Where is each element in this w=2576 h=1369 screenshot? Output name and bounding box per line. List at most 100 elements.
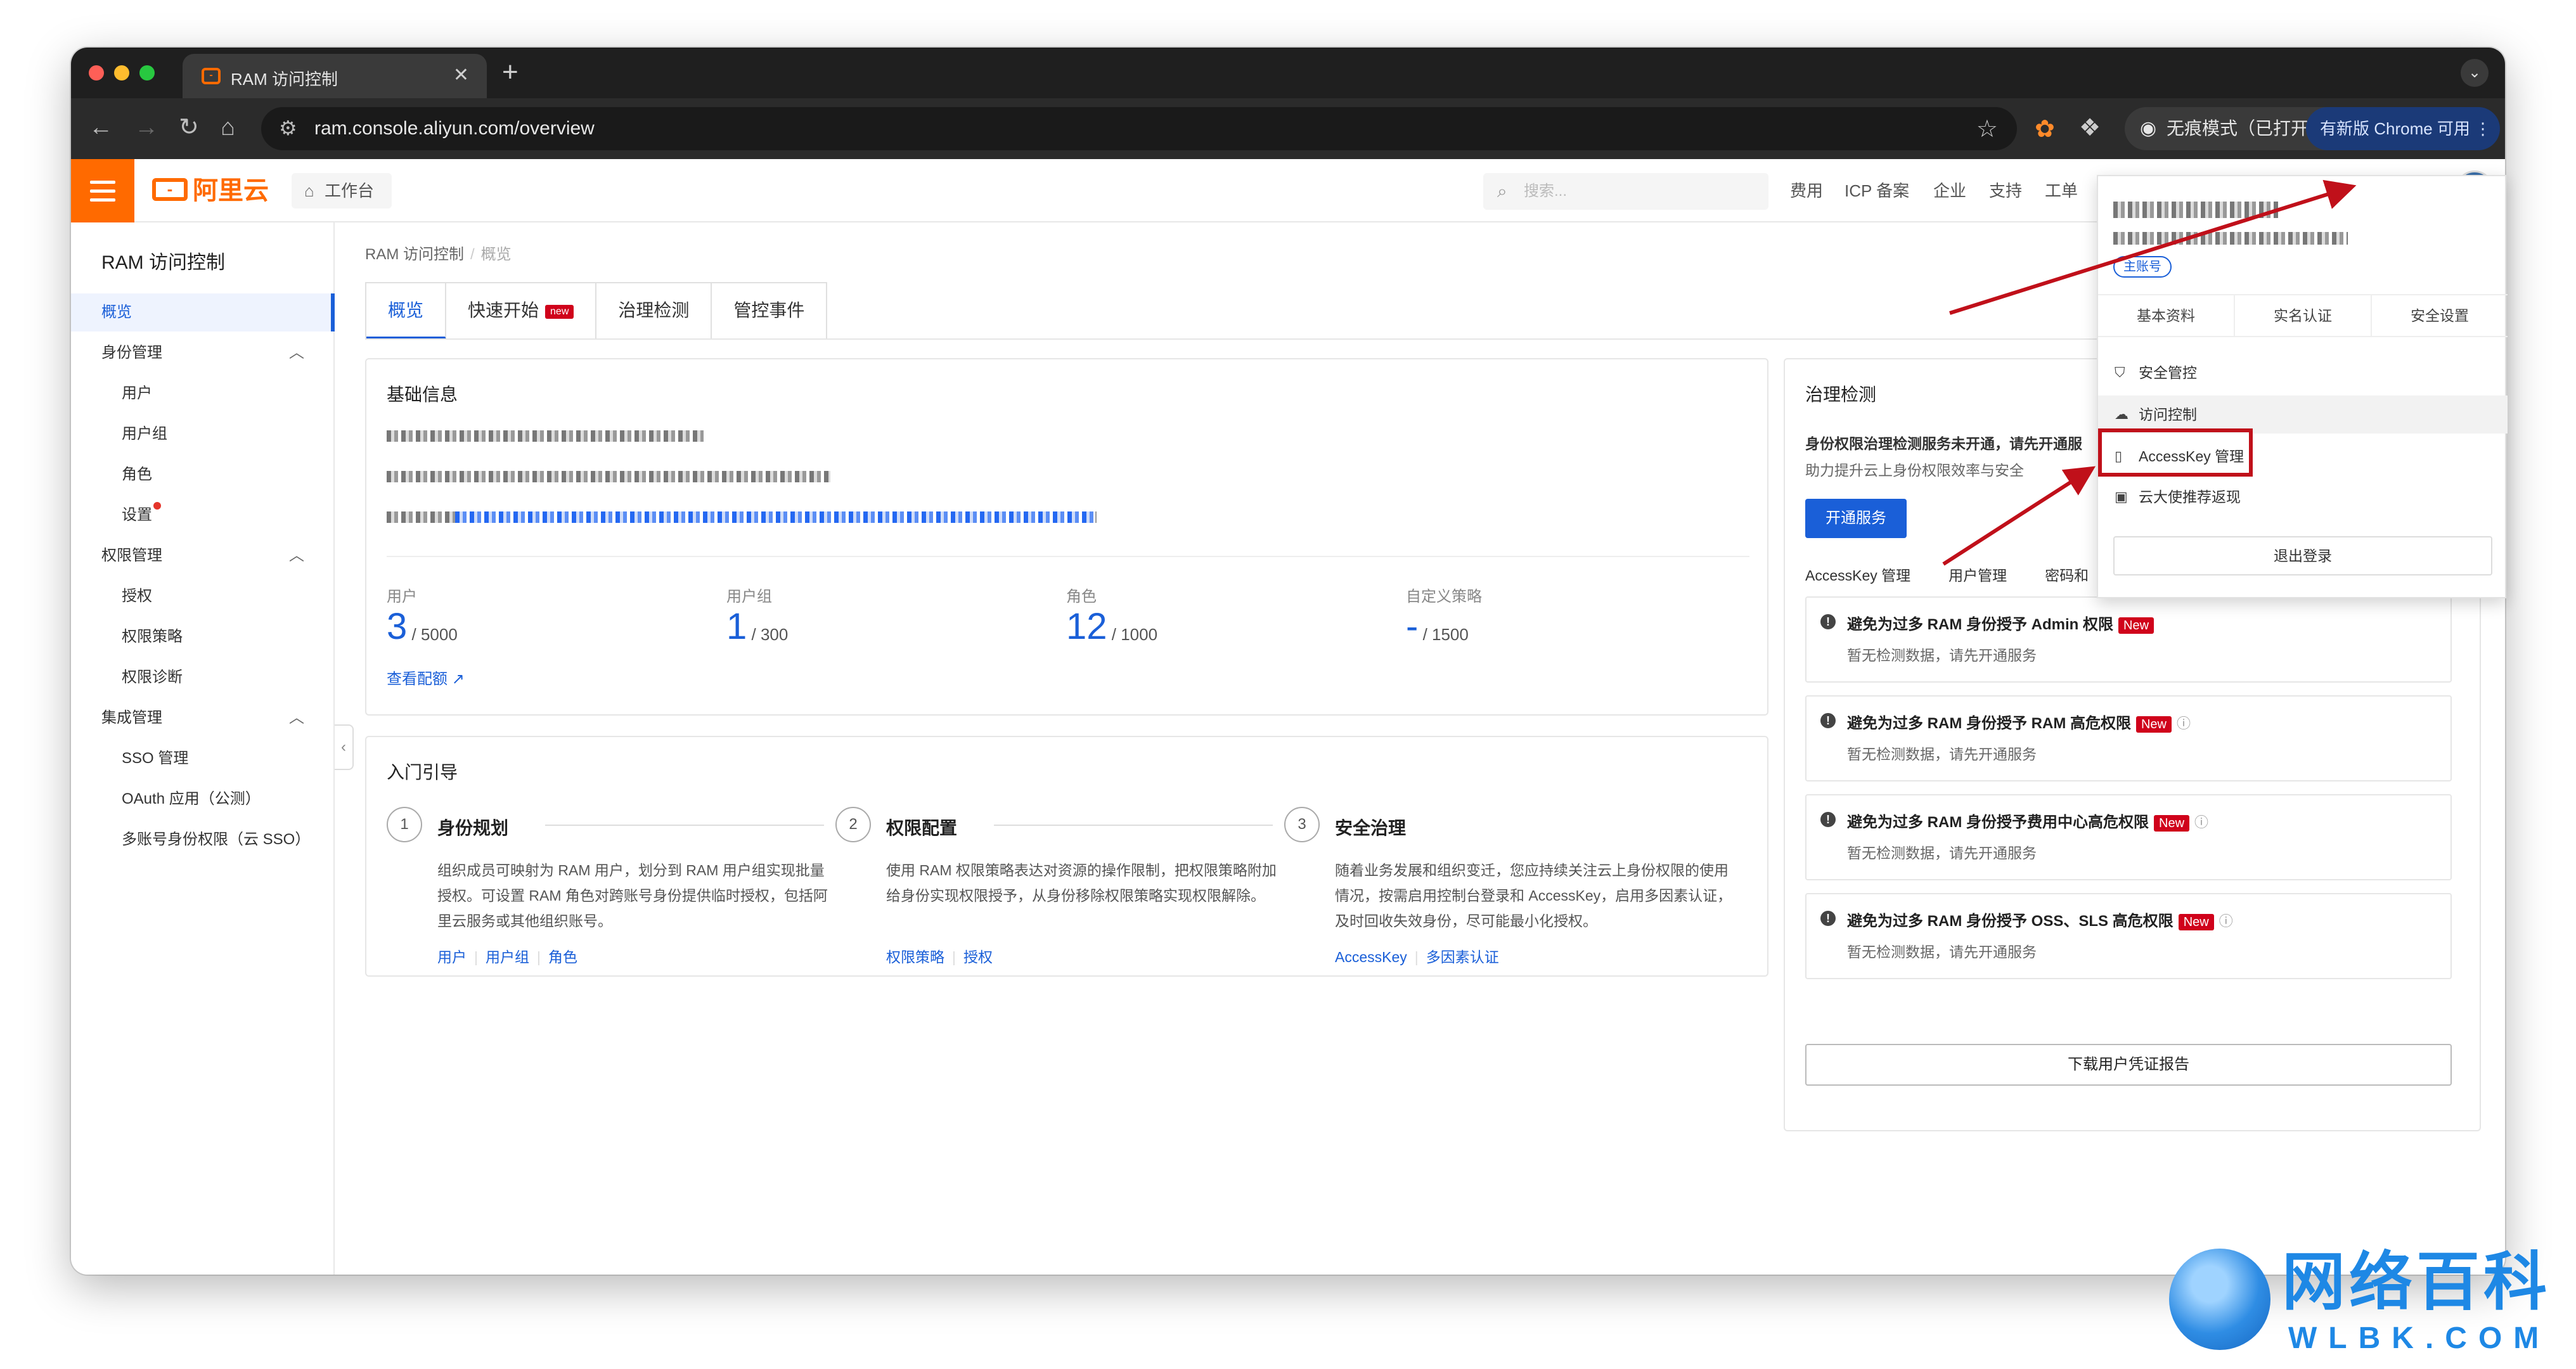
link-users[interactable]: 用户 (437, 949, 467, 965)
view-quota-link[interactable]: 查看配额 ↗ (387, 666, 465, 688)
sidebar-item-roles[interactable]: 角色 (71, 456, 335, 494)
menu-item-referral[interactable]: ▣ 云大使推荐返现 (2098, 478, 2508, 516)
sidebar-item-user-groups[interactable]: 用户组 (71, 415, 335, 453)
help-icon[interactable]: ⓘ (2194, 811, 2208, 832)
menu-item-access-control[interactable]: ☁ 访问控制 (2098, 395, 2508, 434)
forward-icon[interactable]: → (134, 115, 158, 140)
stat-total: / 300 (751, 625, 789, 644)
nav-icp[interactable]: ICP 备案 (1845, 181, 1909, 201)
link-accesskey[interactable]: AccessKey (1335, 949, 1407, 965)
link-grants[interactable]: 授权 (963, 949, 993, 965)
sidebar-item-cloud-sso[interactable]: 多账号身份权限（云 SSO） (71, 821, 335, 859)
sidebar-item-grants[interactable]: 授权 (71, 577, 335, 615)
extension-icon[interactable]: ✿ (2035, 115, 2055, 143)
step-description: 组织成员可映射为 RAM 用户，划分到 RAM 用户组实现批量授权。可设置 RA… (437, 862, 828, 929)
page-tabs: 概览 快速开始 new 治理检测 管控事件 (365, 282, 828, 339)
governance-subtabs: AccessKey 管理 用户管理 密码和 (1805, 563, 2089, 585)
download-credential-report-button[interactable]: 下载用户凭证报告 (1805, 1044, 2452, 1086)
aliyun-logo[interactable]: - 阿里云 (152, 178, 269, 203)
tab-real-name[interactable]: 实名认证 (2235, 295, 2372, 336)
chrome-update-button[interactable]: 有新版 Chrome 可用 ⋮ (2306, 107, 2500, 150)
stat-roles-value[interactable]: 12 / 1000 (1066, 608, 1157, 645)
link-roles[interactable]: 角色 (548, 949, 577, 965)
sidebar-item-oauth[interactable]: OAuth 应用（公测） (71, 780, 335, 818)
sidebar-item-overview[interactable]: 概览 (71, 293, 335, 331)
sidebar-group-integration[interactable]: 集成管理 ︿ (71, 699, 335, 737)
account-type-tag: 主账号 (2113, 256, 2172, 278)
stat-groups-value[interactable]: 1 / 300 (726, 608, 789, 645)
stat-policies-value[interactable]: - / 1500 (1406, 608, 1469, 645)
back-icon[interactable]: ← (89, 115, 113, 140)
check-item[interactable]: ! 避免为过多 RAM 身份授予 RAM 高危权限 New ⓘ 暂无检测数据，请先开… (1805, 695, 2452, 781)
link-policies[interactable]: 权限策略 (886, 949, 944, 965)
chevron-up-icon: ︿ (289, 344, 304, 361)
menu-item-security-control[interactable]: ⛉ 安全管控 (2098, 354, 2508, 392)
reload-icon[interactable]: ↻ (179, 115, 199, 140)
subtab-password[interactable]: 密码和 (2045, 567, 2089, 584)
console-search-input[interactable]: ⌕ 搜索... (1483, 173, 1768, 210)
address-bar[interactable]: ⚙ ram.console.aliyun.com/overview ☆ (261, 107, 2017, 150)
new-badge: New (2154, 815, 2190, 832)
tab-control-events[interactable]: 管控事件 (712, 283, 827, 339)
sidebar-item-policies[interactable]: 权限策略 (71, 618, 335, 656)
basic-info-title: 基础信息 (387, 385, 458, 404)
tab-overview[interactable]: 概览 (366, 283, 447, 339)
new-badge: new (545, 304, 574, 319)
watermark-subtext: WLBK.COM (2288, 1321, 2551, 1355)
brand-name: 阿里云 (193, 177, 269, 205)
account-info-redacted (387, 471, 830, 482)
new-tab-icon[interactable]: + (502, 56, 518, 88)
sidebar-collapse-button[interactable]: ‹ (335, 724, 354, 770)
tab-search-icon[interactable]: ⌄ (2461, 59, 2489, 87)
sidebar-item-diagnosis[interactable]: 权限诊断 (71, 659, 335, 697)
close-tab-icon[interactable]: ✕ (453, 64, 469, 86)
extensions-puzzle-icon[interactable]: ❖ (2079, 113, 2101, 142)
tab-governance[interactable]: 治理检测 (596, 283, 712, 339)
browser-tab[interactable]: - RAM 访问控制 ✕ (183, 54, 487, 98)
open-service-button[interactable]: 开通服务 (1805, 499, 1907, 538)
subtab-accesskey[interactable]: AccessKey 管理 (1805, 567, 1910, 584)
check-title: 避免为过多 RAM 身份授予 Admin 权限 New (1847, 612, 2154, 634)
nav-support[interactable]: 支持 (1989, 181, 2022, 201)
workbench-button[interactable]: ⌂ 工作台 (292, 173, 392, 209)
info-icon: ! (1820, 614, 1836, 629)
help-icon[interactable]: ⓘ (2177, 712, 2191, 733)
step-links: 用户 | 用户组 | 角色 (437, 949, 577, 965)
sidebar-group-permissions[interactable]: 权限管理 ︿ (71, 537, 335, 575)
sidebar-item-users[interactable]: 用户 (71, 375, 335, 413)
chevron-up-icon: ︿ (289, 709, 304, 726)
logout-button[interactable]: 退出登录 (2113, 536, 2492, 575)
sidebar-item-sso[interactable]: SSO 管理 (71, 740, 335, 778)
stat-users-value[interactable]: 3 / 5000 (387, 608, 458, 645)
check-title: 避免为过多 RAM 身份授予 OSS、SLS 高危权限 New ⓘ (1847, 908, 2233, 930)
sidebar-item-settings[interactable]: 设置 (71, 496, 335, 534)
bookmark-star-icon[interactable]: ☆ (1976, 115, 1998, 143)
subtab-users[interactable]: 用户管理 (1948, 567, 2007, 584)
tab-basic-profile[interactable]: 基本资料 (2098, 295, 2235, 336)
sidebar-group-identity[interactable]: 身份管理 ︿ (71, 334, 335, 372)
maximize-window-button[interactable] (139, 65, 155, 80)
check-item[interactable]: ! 避免为过多 RAM 身份授予 OSS、SLS 高危权限 New ⓘ 暂无检测数据… (1805, 893, 2452, 979)
tab-quick-start[interactable]: 快速开始 new (446, 283, 597, 339)
nav-ticket[interactable]: 工单 (2045, 181, 2078, 201)
login-url-redacted[interactable] (455, 511, 1095, 523)
check-item[interactable]: ! 避免为过多 RAM 身份授予 Admin 权限 New 暂无检测数据，请先开通… (1805, 596, 2452, 683)
home-icon[interactable]: ⌂ (221, 115, 235, 140)
nav-billing[interactable]: 费用 (1790, 181, 1823, 201)
check-item[interactable]: ! 避免为过多 RAM 身份授予费用中心高危权限 New ⓘ 暂无检测数据，请先开通… (1805, 794, 2452, 880)
check-title-text: 避免为过多 RAM 身份授予 Admin 权限 (1847, 616, 2113, 633)
nav-enterprise[interactable]: 企业 (1933, 181, 1966, 201)
sidebar: RAM 访问控制 概览 身份管理 ︿ 用户 用户组 角色 设置 权限管理 ︿ 授权 … (71, 222, 335, 1275)
stat-total: / 5000 (411, 625, 458, 644)
menu-hamburger-icon[interactable] (71, 159, 134, 222)
site-settings-icon[interactable]: ⚙ (279, 116, 297, 140)
link-mfa[interactable]: 多因素认证 (1426, 949, 1499, 965)
minimize-window-button[interactable] (114, 65, 129, 80)
help-icon[interactable]: ⓘ (2219, 910, 2233, 930)
link-user-groups[interactable]: 用户组 (486, 949, 529, 965)
close-window-button[interactable] (89, 65, 104, 80)
basic-info-card: 基础信息 用户 3 / 5000 用户组 1 / 300 角色 12 / 100… (365, 358, 1768, 716)
step-title: 权限配置 (886, 818, 958, 838)
breadcrumb-root[interactable]: RAM 访问控制 (365, 246, 464, 263)
tab-security-settings[interactable]: 安全设置 (2372, 295, 2508, 336)
